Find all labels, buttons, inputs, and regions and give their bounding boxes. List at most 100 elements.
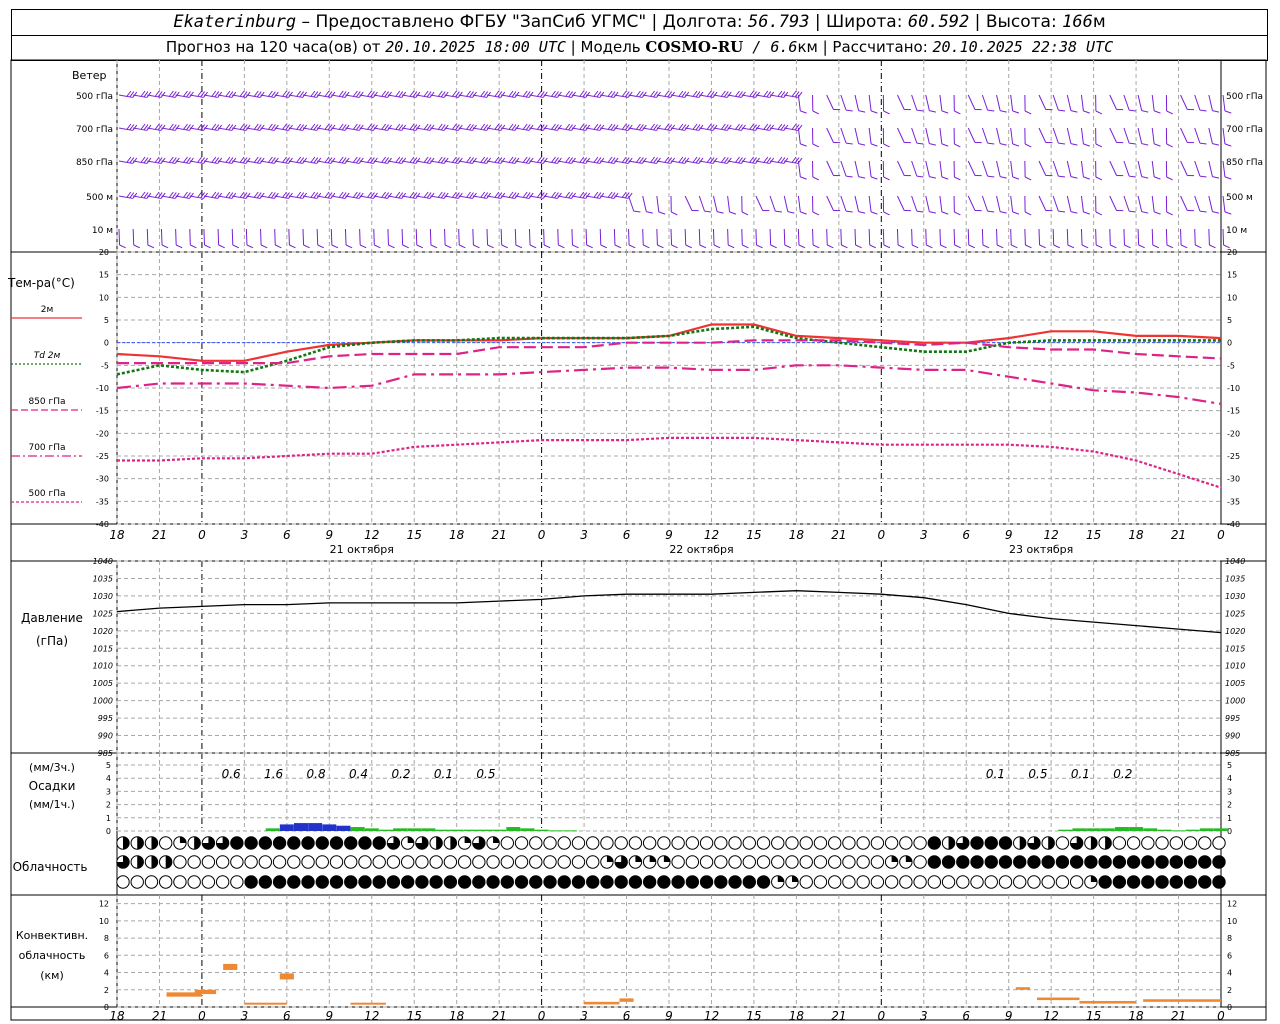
cloud-cover-circle-icon [884,836,899,850]
cloud-cover-circle-icon [856,855,870,869]
wind-barb-staff [854,94,860,111]
wind-barb-feather [1224,143,1232,147]
wind-barb-feather [1187,142,1195,144]
wind-barb-feather [987,142,995,145]
wind-barb-feather [1212,176,1220,179]
wind-barb-icon [444,228,452,249]
wind-barb-staff [458,228,460,246]
hour-label: 15 [746,528,761,542]
conv-cloud-bar [1079,1000,1137,1004]
wind-level-label-right: 700 гПа [1226,125,1263,135]
wind-barb-feather [558,244,565,249]
cloud-cover-circle-icon [329,855,344,869]
wind-barb-feather [1058,142,1066,145]
cloud-cover-circle-icon [714,875,728,889]
cloud-cover-circle-icon [1055,875,1070,889]
wind-barb-icon [1151,160,1161,180]
wind-barb-feather [1199,210,1207,213]
cloud-cover-circle-icon [443,855,458,869]
hour-label-bottom: 12 [704,1009,719,1023]
cloud-cover-circle-icon [628,855,643,869]
cloud-circle-outline [344,855,358,869]
wind-barb-staff [1194,127,1201,144]
wind-barb-staff [1052,94,1059,111]
precip-3h-label: 0.4 [349,767,368,781]
cloud-cover-circle-icon [486,836,500,850]
cloud-cover-circle-icon [827,855,842,869]
wind-barb-staff [1038,195,1047,211]
cloud-cover-circle-icon [130,855,144,869]
cloud-cover-circle-icon [429,836,443,850]
hour-label: 12 [704,528,719,542]
cloud-cover-circle-icon [1112,855,1127,869]
hour-label: 18 [1128,528,1144,542]
wind-barb-staff [585,228,588,246]
wind-barb-staff [486,228,489,246]
cloud-cover-circle-icon [529,855,543,869]
cloud-circle-fill [259,875,272,889]
cloud-cover-circle-icon [514,836,529,850]
cloud-cover-circle-icon [258,875,273,889]
wind-barb-feather [600,244,608,249]
cloud-circle-outline [500,836,515,850]
cloud-cover-circle-icon [728,855,742,869]
cloud-circle-outline [671,855,685,869]
wind-barb-icon [727,195,737,215]
wind-barb-staff [840,195,847,212]
wind-barb-staff [897,127,905,143]
wind-barb-staff [670,228,673,246]
wind-barb-feather [1095,143,1103,148]
wind-barb-staff [840,160,847,177]
cloud-cover-circle-icon [329,836,344,850]
wind-barb-icon [543,228,551,249]
wind-barb-staff [868,127,872,144]
wind-barb-staff [217,228,220,246]
hour-label: 6 [623,528,631,542]
cloud-cover-circle-icon [785,836,799,850]
wind-level-label: 850 гПа [76,158,113,168]
cloud-cover-circle-icon [1055,855,1070,869]
cloud-circle-outline [1155,836,1169,850]
cloud-circle-sector [151,836,158,850]
wind-barb-icon [373,228,381,249]
hour-label-bottom: 6 [962,1009,970,1023]
wind-barb-feather [897,244,905,249]
wind-barb-staff [925,127,930,144]
wind-barb-staff [1052,127,1059,144]
cloud-cover-circle-icon [557,855,571,869]
wind-barb-staff [1208,160,1213,177]
wind-barb-staff [1137,195,1143,212]
cloud-circle-fill [757,875,770,889]
cloud-circle-fill [1212,875,1226,889]
cloud-cover-circle-icon [287,836,301,850]
cloud-circle-fill [1127,855,1140,869]
wind-barb-icon [953,228,961,249]
wind-barb-staff [854,195,860,212]
cloud-circle-outline [771,836,785,850]
cloud-cover-circle-icon [1212,855,1226,869]
wind-barb-feather [1116,142,1124,144]
cloud-circle-fill [985,855,998,869]
wind-barb-icon [981,94,995,112]
wind-barb-feather [1180,244,1188,249]
cloud-cover-circle-icon [870,875,885,889]
pressure-tick-right: 1040 [1225,557,1245,566]
wind-barb-feather [345,244,353,249]
cloud-cover-circle-icon [1098,836,1112,850]
cloud-circle-outline [827,875,842,889]
pressure-tick-right: 1000 [1225,697,1245,706]
cloud-circle-outline [514,836,529,850]
hour-label-bottom: 6 [283,1009,291,1023]
cloud-circle-sector [151,855,158,869]
wind-barb-feather [982,244,990,249]
wind-barb-icon [996,94,1007,113]
wind-barb-staff [1109,160,1117,176]
wind-barb-staff [996,160,1001,177]
wind-barb-staff [882,228,885,246]
wind-barb-icon [1038,195,1053,212]
wind-barb-feather [858,211,866,214]
wind-barb-staff [1151,228,1154,246]
wind-barb-icon [812,127,820,148]
cloud-circle-fill [287,836,301,850]
cloud-cover-circle-icon [159,836,173,850]
